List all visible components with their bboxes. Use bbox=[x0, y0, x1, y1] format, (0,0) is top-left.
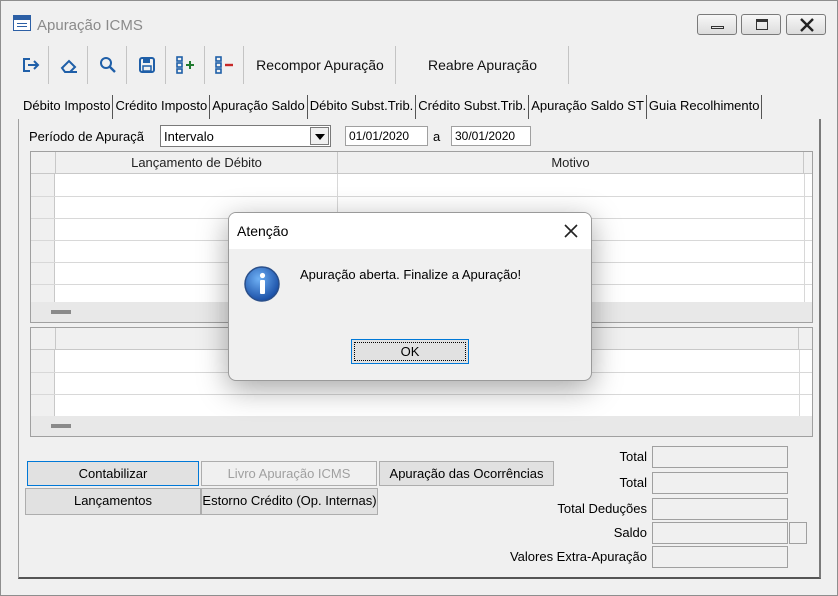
row-indicator-header bbox=[31, 328, 56, 350]
maximize-icon bbox=[756, 19, 768, 30]
maximize-button[interactable] bbox=[741, 14, 781, 35]
total-field-2 bbox=[652, 472, 788, 494]
reabre-apuracao-button[interactable]: Reabre Apuração bbox=[397, 46, 569, 84]
scroll-thumb[interactable] bbox=[51, 424, 71, 428]
tab-debito-subst-trib[interactable]: Débito Subst.Trib. bbox=[308, 95, 417, 119]
saldo-indicator-field bbox=[789, 522, 807, 544]
row-indicator-column bbox=[31, 350, 55, 416]
close-icon bbox=[800, 18, 814, 32]
total-label-2: Total bbox=[619, 475, 647, 490]
row-indicator-header bbox=[31, 152, 56, 174]
valores-extra-field bbox=[652, 546, 788, 568]
close-button[interactable] bbox=[786, 14, 826, 35]
save-icon bbox=[138, 57, 155, 73]
close-icon[interactable] bbox=[563, 223, 579, 239]
column-divider bbox=[799, 350, 800, 418]
attention-dialog: Atenção Apuração aberta. Finalize a Apur… bbox=[228, 212, 592, 381]
tab-credito-imposto[interactable]: Crédito Imposto bbox=[113, 95, 211, 119]
ok-button[interactable]: OK bbox=[351, 339, 469, 364]
periodo-label: Período de Apuraçã bbox=[29, 129, 144, 144]
saldo-field bbox=[652, 522, 788, 544]
periodo-mode-value: Intervalo bbox=[164, 129, 214, 144]
scroll-thumb[interactable] bbox=[51, 310, 71, 314]
table-row bbox=[31, 394, 812, 395]
remove-list-icon bbox=[214, 56, 233, 74]
horizontal-scrollbar[interactable] bbox=[31, 416, 812, 436]
total-label-1: Total bbox=[619, 449, 647, 464]
periodo-mode-select[interactable]: Intervalo bbox=[160, 125, 331, 147]
table-row bbox=[31, 196, 812, 197]
title-bar: Apuração ICMS bbox=[1, 1, 837, 43]
tab-credito-subst-trib[interactable]: Crédito Subst.Trib. bbox=[416, 95, 530, 119]
exit-button[interactable] bbox=[13, 46, 49, 84]
row-indicator-column bbox=[31, 174, 55, 302]
apuracao-ocorrencias-button[interactable]: Apuração das Ocorrências bbox=[379, 461, 554, 486]
tab-apuracao-saldo[interactable]: Apuração Saldo bbox=[210, 95, 308, 119]
column-lancamento-debito[interactable]: Lançamento de Débito bbox=[56, 152, 338, 174]
add-list-icon bbox=[175, 56, 194, 74]
date-separator: a bbox=[433, 129, 441, 144]
grid-header: Lançamento de Débito Motivo bbox=[31, 152, 812, 174]
dialog-header: Atenção bbox=[229, 213, 591, 249]
clear-button[interactable] bbox=[50, 46, 88, 84]
total-deducoes-label: Total Deduções bbox=[557, 501, 647, 516]
dialog-body bbox=[229, 249, 591, 339]
app-icon bbox=[13, 15, 31, 31]
livro-apuracao-button[interactable]: Livro Apuração ICMS bbox=[201, 461, 377, 486]
save-button[interactable] bbox=[128, 46, 166, 84]
valores-extra-label: Valores Extra-Apuração bbox=[509, 549, 647, 564]
minimize-icon bbox=[711, 26, 724, 29]
saldo-label: Saldo bbox=[613, 525, 647, 540]
tab-apuracao-saldo-st[interactable]: Apuração Saldo ST bbox=[529, 95, 647, 119]
tab-debito-imposto[interactable]: Débito Imposto bbox=[21, 95, 114, 119]
remove-item-button[interactable] bbox=[206, 46, 244, 84]
chevron-down-icon[interactable] bbox=[310, 127, 329, 145]
column-motivo[interactable]: Motivo bbox=[338, 152, 804, 174]
total-field-1 bbox=[652, 446, 788, 468]
add-item-button[interactable] bbox=[167, 46, 205, 84]
start-date-field[interactable]: 01/01/2020 bbox=[345, 126, 428, 146]
dialog-title: Atenção bbox=[237, 223, 289, 239]
tab-guia-recolhimento[interactable]: Guia Recolhimento bbox=[647, 95, 763, 119]
end-date-field[interactable]: 30/01/2020 bbox=[451, 126, 531, 146]
dialog-message: Apuração aberta. Finalize a Apuração! bbox=[300, 267, 522, 282]
window-title: Apuração ICMS bbox=[37, 17, 143, 34]
eraser-icon bbox=[60, 59, 77, 73]
contabilizar-button[interactable]: Contabilizar bbox=[27, 461, 199, 486]
minimize-button[interactable] bbox=[697, 14, 737, 35]
lancamentos-button[interactable]: Lançamentos bbox=[25, 488, 201, 515]
search-icon bbox=[99, 57, 116, 73]
estorno-credito-button[interactable]: Estorno Crédito (Op. Internas) bbox=[201, 488, 378, 515]
search-button[interactable] bbox=[89, 46, 127, 84]
exit-icon bbox=[22, 58, 39, 72]
total-deducoes-field bbox=[652, 498, 788, 520]
recompor-apuracao-button[interactable]: Recompor Apuração bbox=[245, 46, 396, 84]
tab-strip: Débito Imposto Crédito Imposto Apuração … bbox=[21, 95, 763, 119]
info-icon bbox=[244, 266, 280, 302]
